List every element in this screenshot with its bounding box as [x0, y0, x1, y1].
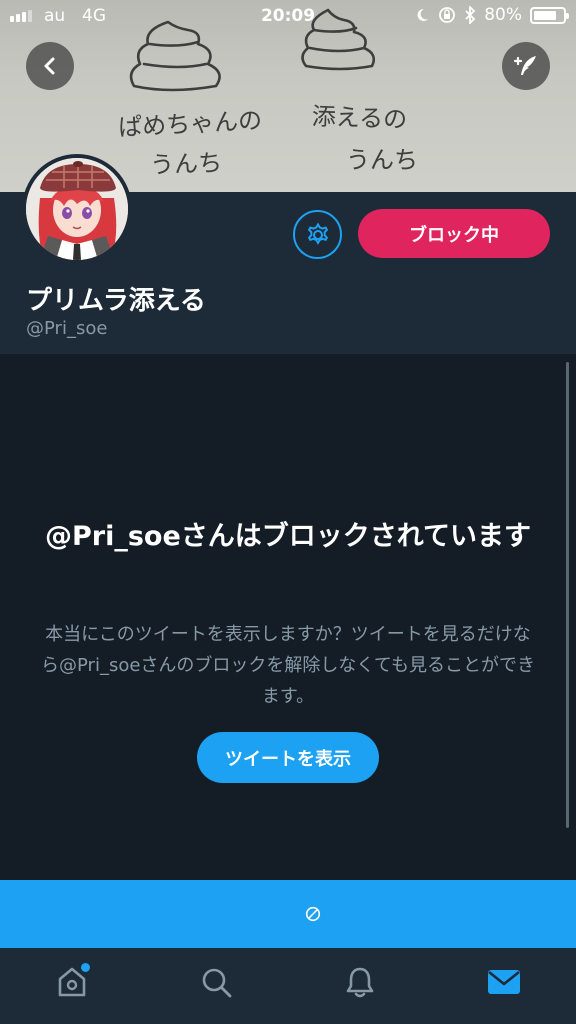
avatar[interactable]: [22, 154, 132, 264]
handwriting-right-line2: うんち: [346, 146, 418, 174]
settings-button[interactable]: [293, 210, 342, 259]
handwriting-right-line1: 添えるの: [311, 102, 408, 134]
mail-icon: [488, 970, 520, 994]
scrollbar[interactable]: [566, 362, 569, 828]
blocked-content-area: [0, 354, 576, 880]
tab-notifications[interactable]: [340, 962, 380, 1002]
compose-feather-icon: [513, 56, 536, 75]
display-name: プリムラ添える: [26, 286, 206, 316]
blocked-banner: [0, 880, 576, 948]
status-bar: au 4G 20:09 80%: [0, 0, 576, 34]
battery-percent: 80%: [484, 5, 522, 25]
handwriting-left-line2: うんち: [149, 148, 223, 180]
chevron-left-icon: [44, 57, 55, 75]
gear-icon: [307, 222, 328, 245]
view-tweets-button[interactable]: ツイートを表示: [197, 732, 379, 783]
back-button[interactable]: [26, 42, 74, 90]
bell-icon: [346, 967, 374, 998]
tab-search[interactable]: [196, 962, 236, 1002]
tab-messages[interactable]: [484, 962, 524, 1002]
user-handle: @Pri_soe: [26, 318, 108, 339]
battery-icon: [530, 6, 569, 24]
compose-button[interactable]: [502, 42, 550, 90]
blocked-button[interactable]: ブロック中: [358, 209, 550, 258]
avatar-illustration: [26, 158, 128, 260]
search-icon: [202, 968, 232, 998]
moon-icon: [417, 8, 429, 21]
rotation-lock-icon: [439, 7, 456, 23]
blocked-description: 本当にこのツイートを表示しますか？ツイートを見るだけなら@Pri_soeさんのブ…: [41, 624, 535, 707]
bluetooth-icon: [465, 6, 476, 24]
block-icon: [305, 906, 321, 922]
blocked-title: @Pri_soeさんはブロックされています: [45, 521, 531, 552]
home-notification-dot: [81, 963, 90, 972]
